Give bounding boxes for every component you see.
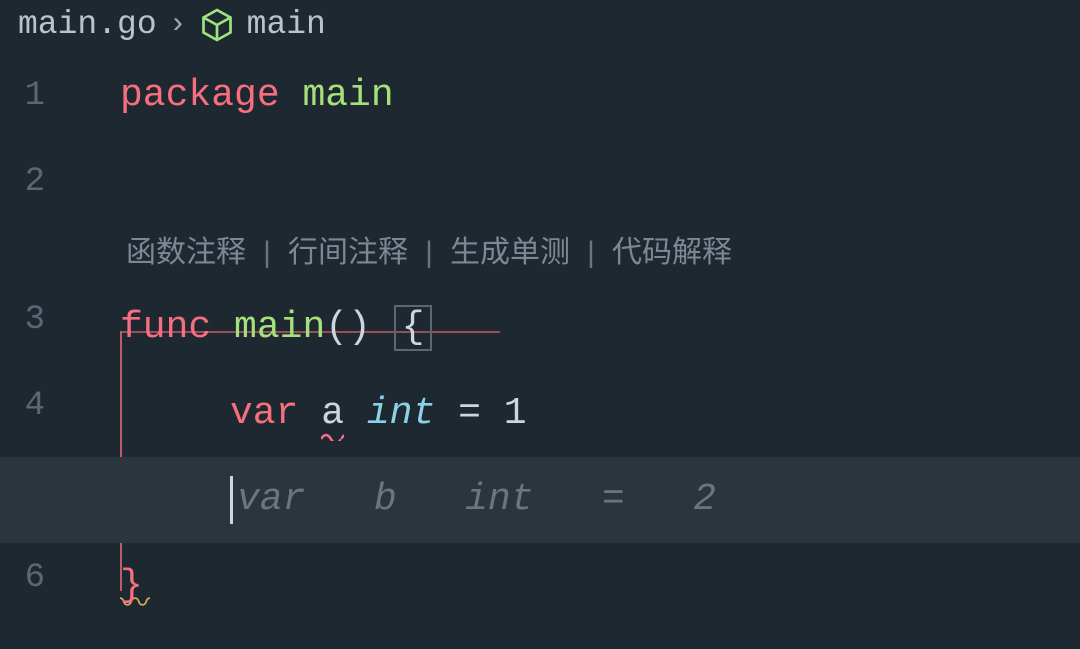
- brace-close: }: [120, 567, 143, 605]
- code-line[interactable]: var a int = 1: [120, 371, 1080, 457]
- code-line[interactable]: package main: [120, 53, 1080, 139]
- codelens-bar: 函数注释 | 行间注释 | 生成单测 | 代码解释: [120, 229, 1080, 281]
- keyword: package: [120, 77, 280, 115]
- punctuation: (): [325, 309, 371, 347]
- breadcrumb-file[interactable]: main.go: [18, 6, 157, 43]
- line-number: 1: [0, 53, 55, 139]
- keyword: func: [120, 309, 211, 347]
- code-line[interactable]: }: [120, 543, 1080, 629]
- code-area[interactable]: package main 函数注释 | 行间注释 | 生成单测 | 代码解释 f…: [120, 53, 1080, 629]
- breadcrumb: main.go › main: [0, 0, 1080, 53]
- codelens-item[interactable]: 生成单测: [444, 240, 576, 270]
- variable-name: a: [321, 395, 344, 433]
- line-number: 3: [0, 277, 55, 363]
- code-line-current[interactable]: var b int = 2: [120, 457, 1080, 543]
- line-number: 6: [0, 535, 55, 621]
- identifier: main: [234, 309, 325, 347]
- keyword: var: [230, 395, 298, 433]
- code-line[interactable]: func main () {: [120, 285, 1080, 371]
- code-line[interactable]: [120, 139, 1080, 225]
- brace-open: {: [394, 305, 433, 351]
- line-number: 4: [0, 363, 55, 449]
- codelens-item[interactable]: 行间注释: [282, 240, 414, 270]
- separator: |: [414, 240, 444, 270]
- code-editor[interactable]: 1 2 3 4 5 6 package main 函数注释 | 行间注释 | 生…: [0, 53, 1080, 629]
- inline-suggestion[interactable]: var b int = 2: [237, 481, 716, 519]
- separator: |: [576, 240, 606, 270]
- operator: =: [458, 395, 481, 433]
- text-cursor: [230, 476, 233, 524]
- line-number: 2: [0, 139, 55, 225]
- package-icon: [199, 7, 235, 43]
- type: int: [367, 395, 435, 433]
- separator: |: [252, 240, 282, 270]
- breadcrumb-symbol[interactable]: main: [247, 6, 326, 43]
- codelens-item[interactable]: 代码解释: [606, 240, 738, 270]
- number-literal: 1: [504, 395, 527, 433]
- identifier: main: [302, 77, 393, 115]
- codelens-item[interactable]: 函数注释: [120, 240, 252, 270]
- chevron-right-icon: ›: [169, 10, 187, 40]
